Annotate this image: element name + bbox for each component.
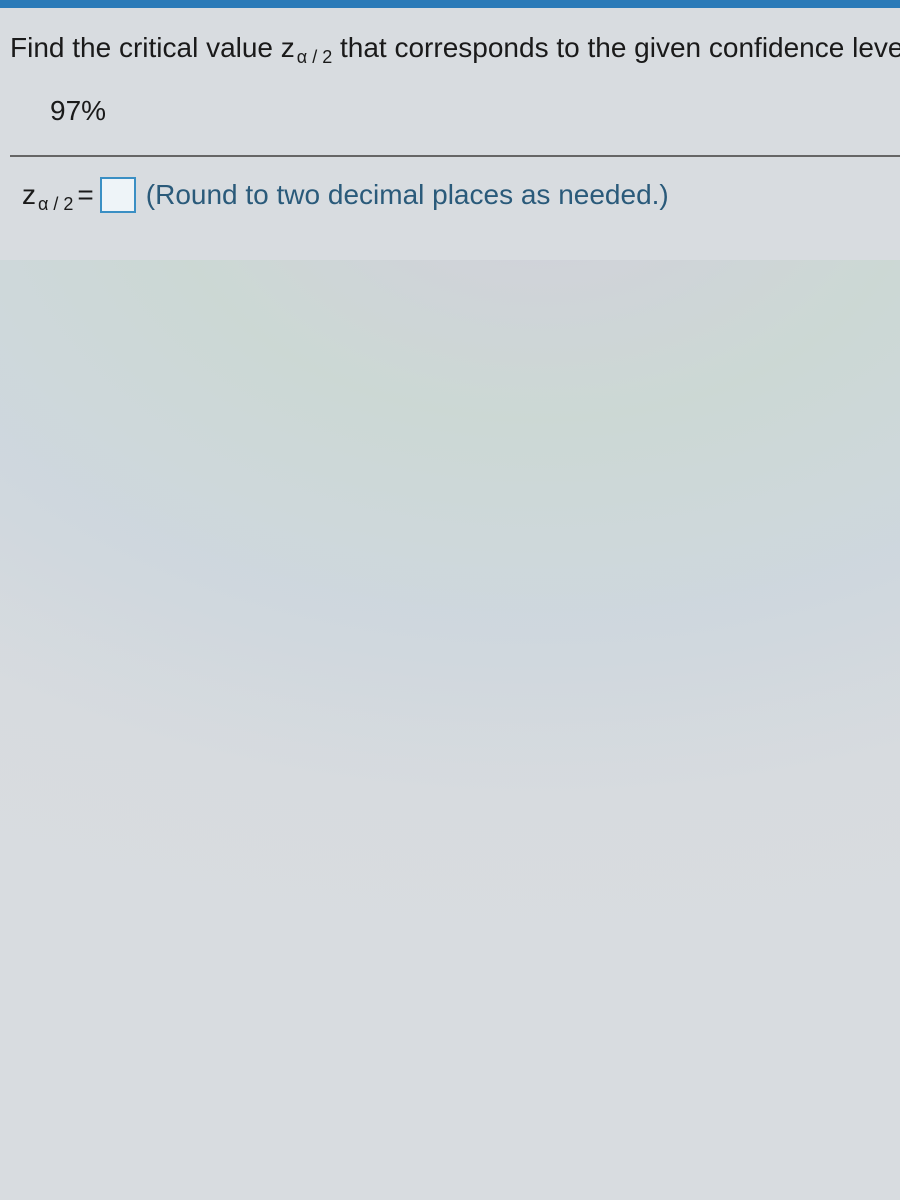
rounding-hint: (Round to two decimal places as needed.): [146, 179, 669, 211]
z-symbol: z: [22, 179, 36, 211]
z-subscript: α / 2: [38, 194, 73, 215]
top-accent-bar: [0, 0, 900, 8]
confidence-level-value: 97%: [10, 95, 900, 155]
prompt-text-prefix: Find the critical value z: [10, 32, 295, 63]
question-content: Find the critical value zα / 2 that corr…: [0, 8, 900, 213]
background-pattern: [0, 260, 900, 1200]
equals-sign: =: [77, 179, 93, 211]
z-alpha-label: zα / 2: [22, 179, 73, 211]
answer-input[interactable]: [100, 177, 136, 213]
answer-row: zα / 2 = (Round to two decimal places as…: [10, 157, 900, 213]
prompt-subscript: α / 2: [297, 47, 332, 67]
question-prompt: Find the critical value zα / 2 that corr…: [10, 28, 900, 95]
prompt-text-suffix: that corresponds to the given confidence…: [332, 32, 900, 63]
